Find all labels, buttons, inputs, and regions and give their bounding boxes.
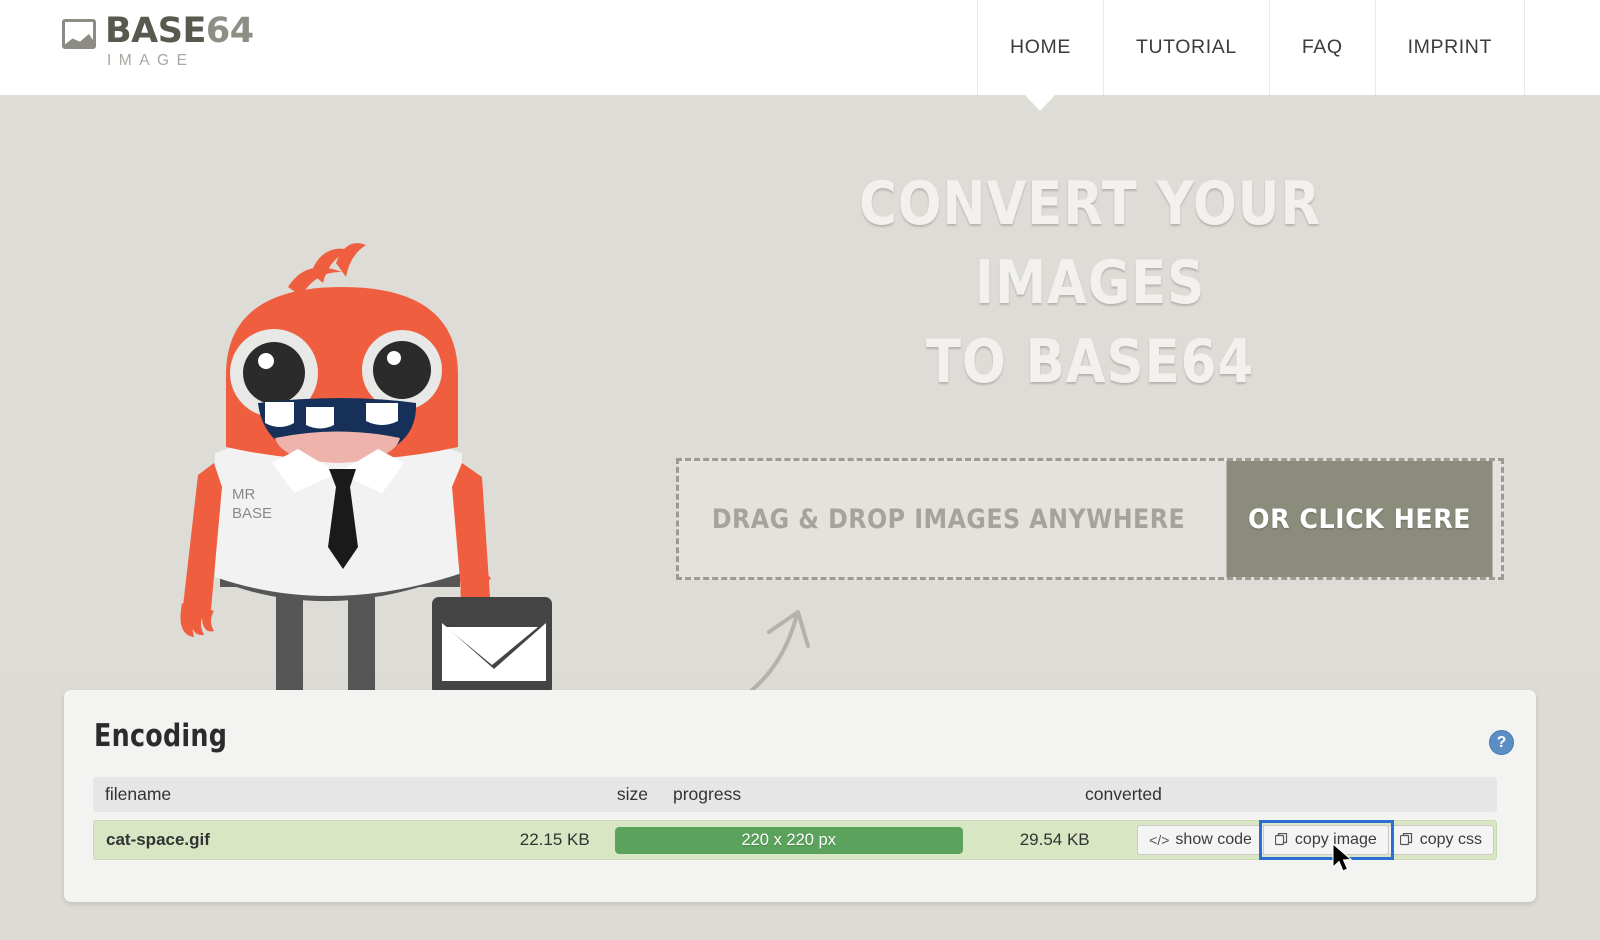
picture-frame-icon [62,19,96,49]
copy-image-button-wrap: copy image [1258,820,1394,860]
headline-line-1: CONVERT YOUR IMAGES [858,169,1322,319]
mascot-shirt-line-2: BASE [232,505,272,522]
logo-word-64: 64 [205,11,254,51]
cell-progress: 220 x 220 px [590,826,963,854]
click-here-button[interactable]: OR CLICK HERE [1226,461,1493,577]
cell-size: 22.15 KB [519,830,590,849]
nav-item-tutorial[interactable]: TUTORIAL [1102,0,1269,95]
nav-item-home[interactable]: HOME [977,0,1103,95]
encoding-card: Encoding ? filename size progress conver… [64,690,1536,902]
page-headline: CONVERT YOUR IMAGES TO BASE64 [746,165,1434,403]
column-header-converted: converted [1085,784,1162,804]
cell-converted: 29.54 KB [1019,830,1090,849]
site-header: BASE64 IMAGE HOME TUTORIAL FAQ IMPRINT [0,0,1600,95]
cell-actions: </> show code copy image copy css [1137,820,1496,860]
copy-css-label: copy css [1419,831,1482,848]
cell-filename: cat-space.gif [106,830,210,849]
headline-line-2: TO BASE64 [925,327,1255,398]
logo-text: BASE64 IMAGE [105,14,254,69]
progress-bar-track: 220 x 220 px [614,826,963,854]
site-logo[interactable]: BASE64 IMAGE [62,14,254,69]
encoding-title: Encoding [94,718,228,754]
progress-bar-fill: 220 x 220 px [614,826,963,854]
code-icon: </> [1149,832,1170,848]
mascot-shirt-line-1: MR [232,486,255,503]
show-code-button-wrap: </> show code [1137,825,1264,855]
question-mark-icon[interactable]: ? [1489,730,1514,755]
copy-css-button-wrap: copy css [1387,825,1494,855]
logo-word-base: BASE [105,11,206,51]
encoding-table: filename size progress converted cat-spa… [93,777,1497,860]
copy-css-button[interactable]: copy css [1387,825,1494,855]
nav-item-faq[interactable]: FAQ [1268,0,1375,95]
column-header-filename: filename [105,784,172,804]
table-row: cat-space.gif 22.15 KB 220 x 220 px 29.5… [93,820,1497,860]
dropzone-label: DRAG & DROP IMAGES ANYWHERE [711,503,1186,535]
logo-subtitle: IMAGE [107,52,195,69]
table-header-row: filename size progress converted [93,777,1497,812]
copy-image-label: copy image [1294,831,1377,848]
column-header-size: size [616,784,648,804]
main-navigation: HOME TUTORIAL FAQ IMPRINT [977,0,1525,95]
dropzone[interactable]: DRAG & DROP IMAGES ANYWHERE OR CLICK HER… [676,458,1504,580]
mr-base-mascot: MR BASE [180,243,552,733]
column-header-progress: progress [673,784,742,804]
hero-section: CONVERT YOUR IMAGES TO BASE64 MR BASE DR… [0,95,1600,733]
copy-icon [1274,833,1289,847]
show-code-button[interactable]: </> show code [1137,825,1264,855]
nav-item-imprint[interactable]: IMPRINT [1374,0,1525,95]
show-code-label: show code [1175,831,1252,848]
copy-icon [1399,833,1414,847]
logo-wordmark: BASE64 [105,14,254,49]
copy-image-button[interactable]: copy image [1262,825,1389,855]
